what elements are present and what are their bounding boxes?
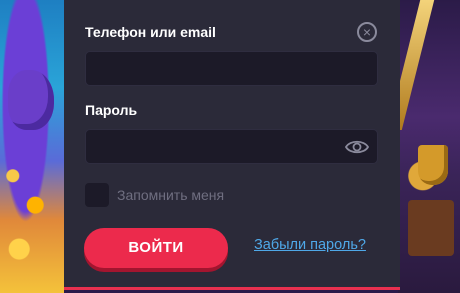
trophy-icon [418, 145, 448, 185]
background-character-hand [8, 70, 54, 130]
eye-icon[interactable] [345, 138, 369, 156]
phone-email-label: Телефон или email [85, 24, 216, 40]
login-screen: Телефон или email × Пароль Запомнить мен… [0, 0, 460, 293]
close-button[interactable]: × [357, 22, 377, 42]
phone-email-input[interactable] [86, 52, 377, 85]
background-pedestal [408, 200, 454, 256]
password-field[interactable] [85, 129, 378, 164]
password-label: Пароль [85, 102, 138, 118]
phone-email-field[interactable] [85, 51, 378, 86]
remember-me-checkbox[interactable] [85, 183, 109, 207]
remember-me-label: Запомнить меня [117, 187, 225, 203]
background-art-right [387, 0, 460, 293]
remember-me[interactable]: Запомнить меня [85, 183, 224, 207]
close-icon: × [362, 24, 372, 40]
login-panel: Телефон или email × Пароль Запомнить мен… [64, 0, 400, 290]
login-button[interactable]: ВОЙТИ [84, 228, 228, 268]
background-art-left [0, 0, 64, 293]
forgot-password-link[interactable]: Забыли пароль? [254, 237, 366, 253]
password-input[interactable] [86, 130, 377, 163]
